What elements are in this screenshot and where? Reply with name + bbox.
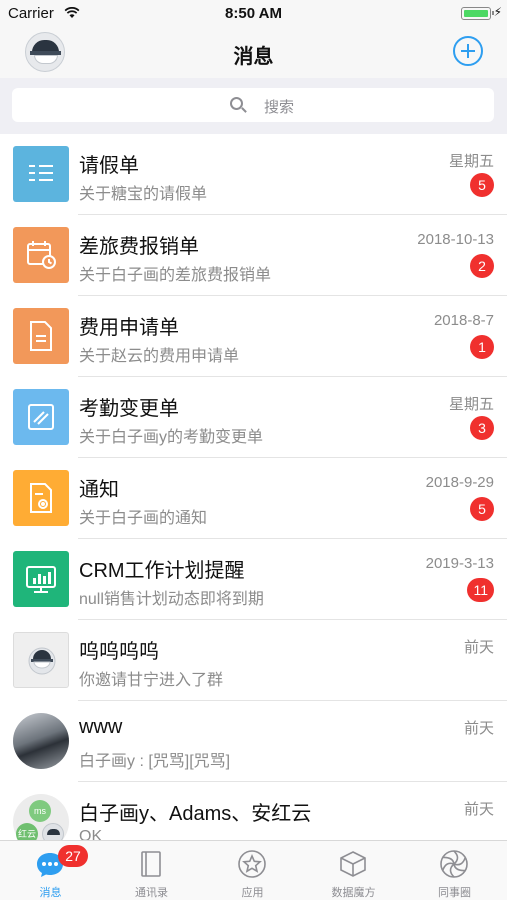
status-bar: Carrier 8:50 AM ⚡ bbox=[0, 0, 507, 28]
list-item[interactable]: CRM工作计划提醒 null销售计划动态即将到期 2019-3-13 11 bbox=[0, 539, 507, 620]
item-date: 前天 bbox=[463, 639, 494, 656]
search-placeholder: 搜索 bbox=[264, 99, 295, 116]
item-date: 2018-10-13 bbox=[417, 231, 494, 248]
item-subtitle: 关于白子画y的考勤变更单 bbox=[79, 429, 264, 446]
item-title: 请假单 bbox=[79, 155, 139, 177]
item-subtitle: 你邀请甘宁进入了群 bbox=[79, 672, 224, 689]
item-date: 星期五 bbox=[448, 153, 494, 170]
unread-badge: 5 bbox=[470, 173, 494, 197]
unread-badge: 1 bbox=[470, 335, 494, 359]
list-item[interactable]: 考勤变更单 关于白子画y的考勤变更单 星期五 3 bbox=[0, 377, 507, 458]
tab-messages[interactable]: 27 消息 bbox=[0, 841, 101, 901]
add-icon[interactable] bbox=[453, 36, 483, 66]
tab-data-cube[interactable]: 数据魔方 bbox=[303, 841, 404, 901]
shutter-icon bbox=[440, 850, 468, 878]
tab-label: 数据魔方 bbox=[331, 887, 376, 899]
contacts-book-icon bbox=[141, 851, 161, 877]
group-avatar-icon bbox=[13, 632, 69, 688]
tab-colleagues[interactable]: 同事圈 bbox=[404, 841, 505, 901]
item-title: 呜呜呜呜 bbox=[79, 641, 159, 663]
charging-icon: ⚡ bbox=[493, 5, 502, 19]
list-item[interactable]: 请假单 关于糖宝的请假单 星期五 5 bbox=[0, 134, 507, 215]
item-title: www bbox=[79, 716, 123, 738]
item-subtitle: 关于糖宝的请假单 bbox=[79, 186, 208, 203]
search-area: 搜索 bbox=[0, 78, 507, 134]
cube-icon bbox=[340, 851, 366, 877]
page-title: 消息 bbox=[233, 46, 274, 68]
travel-expense-icon bbox=[13, 227, 69, 283]
list-item[interactable]: 呜呜呜呜 你邀请甘宁进入了群 前天 bbox=[0, 620, 507, 701]
unread-badge: 11 bbox=[467, 578, 494, 602]
crm-plan-icon bbox=[13, 551, 69, 607]
star-circle-icon bbox=[238, 850, 266, 878]
item-subtitle: 关于白子画的差旅费报销单 bbox=[79, 267, 272, 284]
item-title: 考勤变更单 bbox=[79, 398, 179, 420]
photo-avatar bbox=[13, 713, 69, 769]
item-title: 费用申请单 bbox=[79, 317, 179, 339]
item-date: 星期五 bbox=[448, 396, 494, 413]
battery-icon bbox=[461, 7, 494, 20]
tab-apps[interactable]: 应用 bbox=[202, 841, 303, 901]
nav-bar: 消息 bbox=[0, 28, 507, 78]
item-subtitle: 白子画y : [咒骂][咒骂] bbox=[79, 753, 231, 770]
tab-label: 应用 bbox=[241, 887, 264, 899]
list-item[interactable]: 差旅费报销单 关于白子画的差旅费报销单 2018-10-13 2 bbox=[0, 215, 507, 296]
unread-badge: 5 bbox=[470, 497, 494, 521]
tab-bar: 27 消息 通讯录 应用 数据魔方 同事圈 bbox=[0, 840, 507, 900]
unread-badge: 3 bbox=[470, 416, 494, 440]
notice-icon bbox=[13, 470, 69, 526]
tab-label: 通讯录 bbox=[135, 887, 168, 899]
list-item[interactable]: www 白子画y : [咒骂][咒骂] 前天 bbox=[0, 701, 507, 782]
list-item[interactable]: 通知 关于白子画的通知 2018-9-29 5 bbox=[0, 458, 507, 539]
message-list: 请假单 关于糖宝的请假单 星期五 5 差旅费报销单 关于白子画的差旅费报销单 2… bbox=[0, 134, 507, 863]
item-title: CRM工作计划提醒 bbox=[79, 560, 245, 582]
item-subtitle: 关于白子画的通知 bbox=[79, 510, 208, 527]
item-date: 2018-9-29 bbox=[425, 474, 494, 491]
tab-label: 同事圈 bbox=[438, 887, 471, 899]
member-avatar: ms bbox=[29, 800, 51, 822]
tab-contacts[interactable]: 通讯录 bbox=[101, 841, 202, 901]
leave-form-icon bbox=[13, 146, 69, 202]
expense-request-icon bbox=[13, 308, 69, 364]
attendance-change-icon bbox=[13, 389, 69, 445]
item-title: 通知 bbox=[79, 479, 119, 501]
item-date: 前天 bbox=[463, 801, 494, 818]
item-subtitle: null销售计划动态即将到期 bbox=[79, 591, 264, 608]
unread-badge: 2 bbox=[470, 254, 494, 278]
list-item[interactable]: 费用申请单 关于赵云的费用申请单 2018-8-7 1 bbox=[0, 296, 507, 377]
item-title: 差旅费报销单 bbox=[79, 236, 199, 258]
item-title: 白子画y、Adams、安红云 bbox=[79, 803, 312, 825]
item-date: 前天 bbox=[463, 720, 494, 737]
clock: 8:50 AM bbox=[225, 5, 282, 22]
search-input[interactable]: 搜索 bbox=[12, 88, 494, 122]
item-date: 2018-8-7 bbox=[433, 312, 494, 329]
unread-count-badge: 27 bbox=[58, 845, 88, 867]
item-date: 2019-3-13 bbox=[425, 555, 494, 572]
item-subtitle: 关于赵云的费用申请单 bbox=[79, 348, 240, 365]
tab-label: 消息 bbox=[39, 887, 62, 899]
search-icon bbox=[230, 97, 243, 110]
